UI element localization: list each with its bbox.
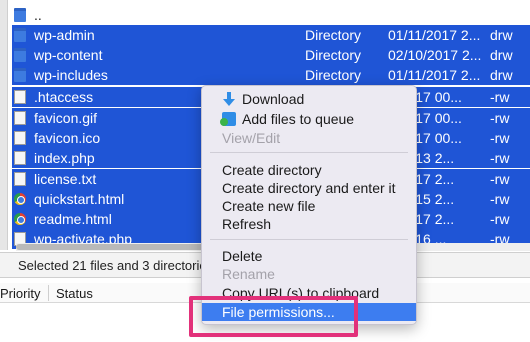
- column-header-priority[interactable]: Priority: [0, 286, 40, 301]
- file-name: favicon.ico: [34, 130, 101, 146]
- file-icon: [14, 151, 26, 165]
- file-row[interactable]: wp-admin Directory 01/11/2017 2... drw: [12, 25, 530, 45]
- menu-item-create-new-file[interactable]: Create new file: [202, 197, 416, 215]
- file-name: license.txt: [34, 171, 97, 187]
- file-icon: [14, 131, 26, 145]
- menu-item-download[interactable]: Download: [202, 90, 416, 108]
- menu-item-label: File permissions...: [222, 304, 335, 320]
- file-icon: [14, 172, 26, 186]
- menu-item-label: Copy URL(s) to clipboard: [222, 285, 380, 301]
- file-permissions: -rw: [490, 211, 510, 227]
- menu-item-label: View/Edit: [222, 130, 281, 146]
- file-icon: [14, 111, 26, 125]
- menu-item-label: Rename: [222, 266, 275, 282]
- file-type: Directory: [305, 67, 362, 83]
- file-modified: 02/10/2017 2...: [388, 47, 482, 63]
- file-permissions: -rw: [490, 191, 510, 207]
- file-permissions: -rw: [490, 150, 510, 166]
- file-name: quickstart.html: [34, 191, 125, 207]
- menu-item-refresh[interactable]: Refresh: [202, 215, 416, 233]
- menu-item-copy-url[interactable]: Copy URL(s) to clipboard: [202, 284, 416, 302]
- file-name: readme.html: [34, 211, 112, 227]
- file-permissions: -rw: [490, 89, 510, 105]
- menu-item-label: Add files to queue: [242, 111, 355, 127]
- menu-item-create-directory-enter[interactable]: Create directory and enter it: [202, 179, 416, 197]
- file-permissions: -rw: [490, 110, 510, 126]
- menu-item-label: Download: [242, 91, 305, 107]
- selection-status-text: Selected 21 files and 3 directories: [18, 258, 214, 273]
- column-divider: [48, 285, 49, 301]
- menu-item-label: Refresh: [222, 216, 272, 232]
- file-permissions: drw: [490, 67, 513, 83]
- file-name: index.php: [34, 150, 95, 166]
- menu-item-label: Create new file: [222, 198, 316, 214]
- menu-item-delete[interactable]: Delete: [202, 247, 416, 265]
- file-permissions: drw: [490, 47, 513, 63]
- file-type: Directory: [305, 47, 362, 63]
- folder-icon: [14, 8, 26, 22]
- directory-tree-edge: [0, 0, 8, 250]
- file-name: ..: [34, 7, 42, 23]
- menu-item-label: Delete: [222, 248, 263, 264]
- download-icon: [222, 92, 236, 106]
- menu-item-rename: Rename: [202, 265, 416, 283]
- file-name: wp-includes: [34, 67, 108, 83]
- folder-icon: [14, 28, 26, 42]
- context-menu: Download Add files to queue View/Edit Cr…: [201, 85, 417, 325]
- menu-separator: [210, 152, 408, 153]
- file-modified: 01/11/2017 2...: [388, 67, 481, 83]
- chrome-icon: [14, 213, 26, 225]
- menu-item-file-permissions[interactable]: File permissions...: [202, 303, 416, 321]
- chrome-icon: [14, 193, 26, 205]
- column-header-status[interactable]: Status: [56, 286, 93, 301]
- menu-item-view-edit: View/Edit: [202, 129, 416, 147]
- menu-item-create-directory[interactable]: Create directory: [202, 161, 416, 179]
- folder-icon: [14, 48, 26, 62]
- menu-item-label: Create directory: [222, 162, 322, 178]
- file-name: .htaccess: [34, 89, 94, 105]
- folder-icon: [14, 68, 26, 82]
- file-icon: [14, 90, 26, 104]
- file-permissions: drw: [490, 27, 513, 43]
- file-modified: 01/11/2017 2...: [388, 27, 481, 43]
- file-row[interactable]: wp-content Directory 02/10/2017 2... drw: [12, 45, 530, 65]
- file-name: wp-admin: [34, 27, 95, 43]
- file-permissions: -rw: [490, 171, 510, 187]
- file-type: Directory: [305, 27, 362, 43]
- menu-item-label: Create directory and enter it: [222, 180, 396, 196]
- menu-separator: [210, 239, 408, 240]
- add-to-queue-icon: [220, 112, 236, 126]
- menu-item-add-to-queue[interactable]: Add files to queue: [202, 110, 416, 128]
- file-name: wp-content: [34, 47, 103, 63]
- file-name: favicon.gif: [34, 110, 98, 126]
- file-row[interactable]: wp-includes Directory 01/11/2017 2... drw: [12, 65, 530, 85]
- file-row[interactable]: ..: [12, 5, 530, 25]
- file-permissions: -rw: [490, 130, 510, 146]
